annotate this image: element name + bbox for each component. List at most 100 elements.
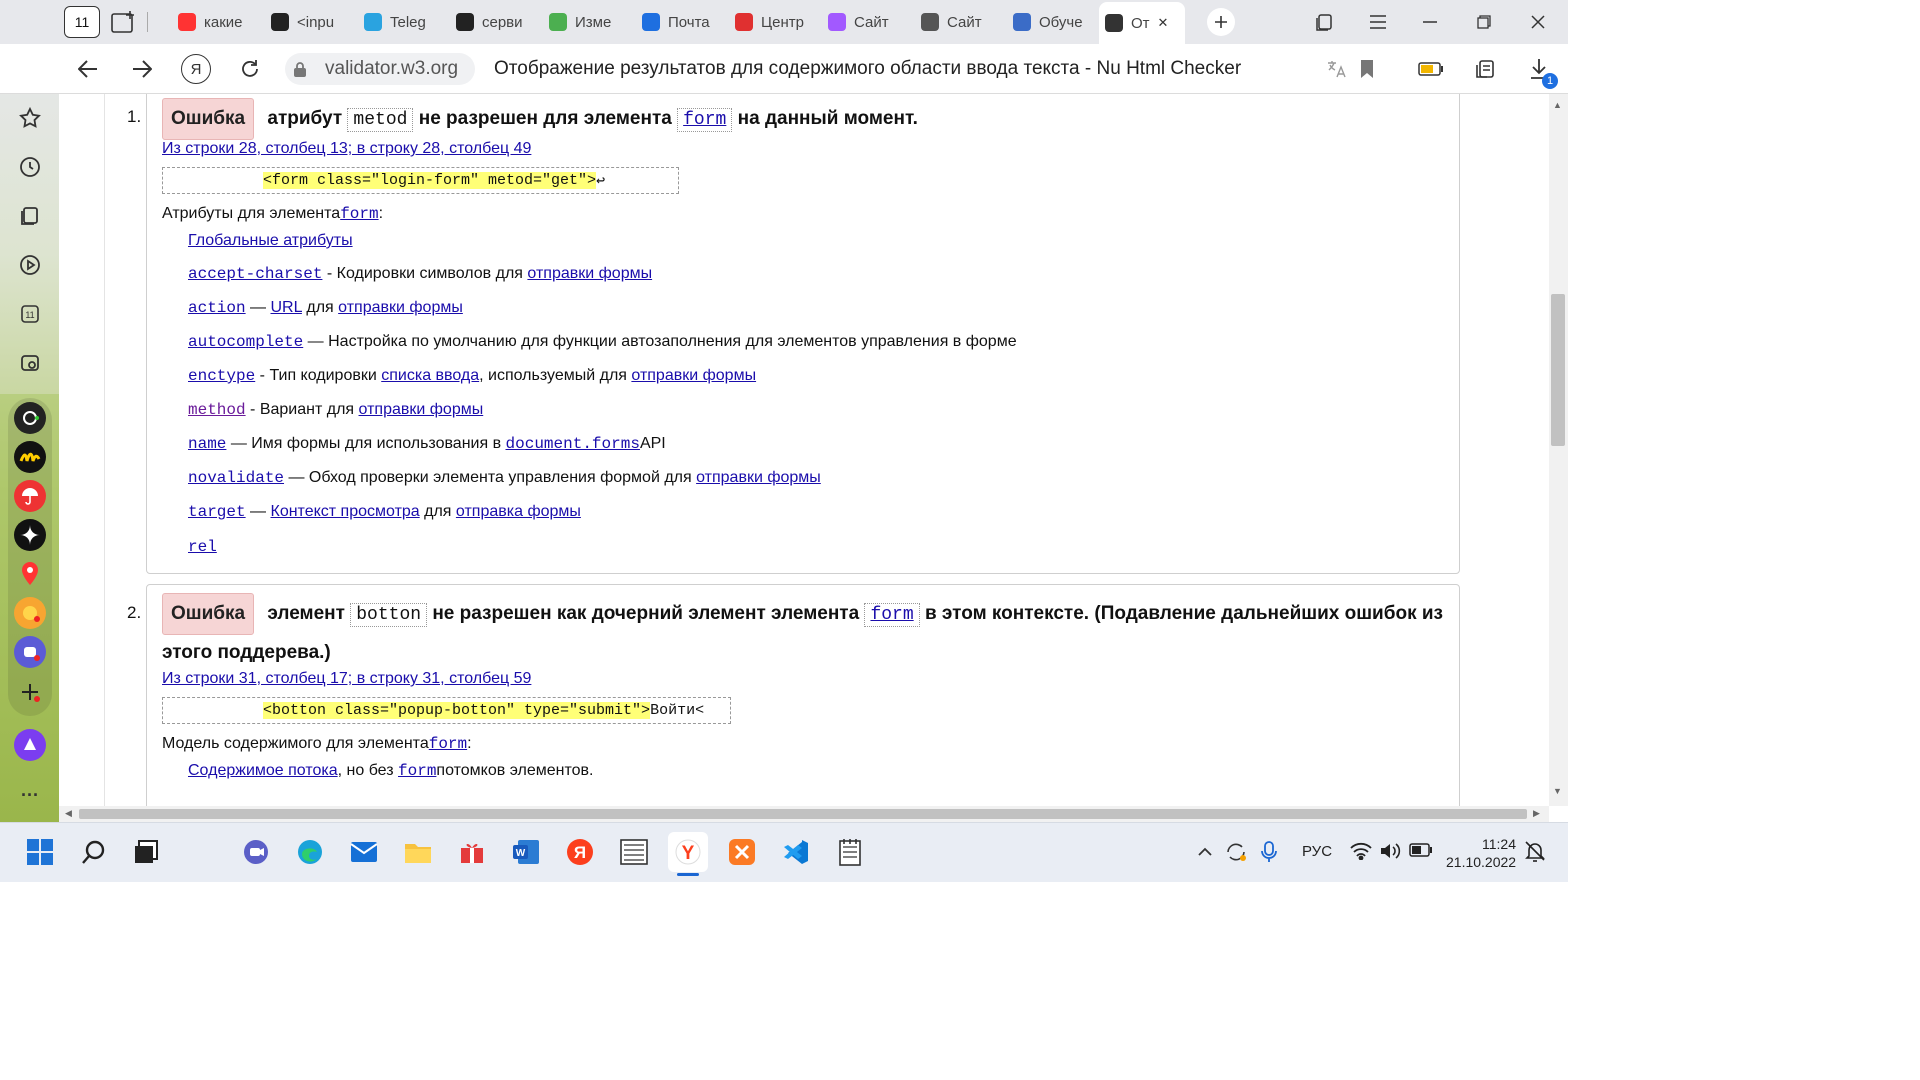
video-play-icon[interactable] (14, 249, 46, 281)
back-arrow-icon[interactable] (72, 54, 104, 84)
close-tab-icon[interactable]: ✕ (1158, 15, 1169, 31)
attr-name-link[interactable]: enctype (188, 367, 255, 385)
screenshot-icon[interactable] (14, 347, 46, 379)
new-tab-group-icon[interactable] (109, 8, 139, 36)
yandex-market-icon[interactable] (14, 441, 46, 473)
maps-pin-icon[interactable] (14, 558, 46, 590)
edge-browser-icon[interactable] (290, 832, 330, 872)
scroll-left-arrow-icon[interactable]: ◀ (65, 808, 72, 819)
notifications-center-icon[interactable] (1524, 840, 1548, 866)
browser-tab[interactable]: От ✕ (1099, 2, 1185, 44)
weather-umbrella-icon[interactable] (14, 480, 46, 512)
word-app-icon[interactable]: W (506, 832, 546, 872)
horizontal-scroll-thumb[interactable] (79, 809, 1527, 819)
menu-hamburger-icon[interactable] (1364, 8, 1392, 36)
location-link[interactable]: Из строки 31, столбец 17; в строку 31, с… (162, 670, 531, 688)
zen-star-icon[interactable] (14, 519, 46, 551)
vertical-scroll-thumb[interactable] (1551, 294, 1565, 446)
lavka-icon[interactable] (14, 597, 46, 629)
attr-name-link[interactable]: method (188, 401, 246, 419)
browser-tab[interactable]: <inpu (265, 4, 353, 40)
attr-desc-link[interactable]: отправки формы (359, 401, 484, 418)
global-attrs-link[interactable]: Глобальные атрибуты (188, 232, 353, 250)
input-language-indicator[interactable]: РУС (1302, 843, 1332, 860)
attr-name-link[interactable]: novalidate (188, 469, 284, 487)
browser-tab[interactable]: какие (172, 4, 260, 40)
bookmark-icon[interactable] (1355, 56, 1379, 82)
tab-count-button[interactable]: 11 (64, 6, 100, 38)
minimize-icon[interactable] (1416, 8, 1444, 36)
reload-icon[interactable] (235, 54, 265, 84)
wifi-icon[interactable] (1350, 842, 1372, 862)
attr-name-link[interactable]: name (188, 435, 226, 453)
history-clock-icon[interactable] (14, 151, 46, 183)
form-element-link[interactable]: form (864, 603, 920, 627)
browser-tab[interactable]: Центр (729, 4, 817, 40)
browser-tab[interactable]: Teleg (358, 4, 446, 40)
attrs-elem-link[interactable]: form (340, 205, 378, 223)
attr-desc-link[interactable]: Контекст просмотра (271, 503, 420, 520)
new-tab-plus-icon[interactable] (1207, 8, 1235, 36)
attr-name-link[interactable]: accept-charset (188, 265, 322, 283)
attr-desc-link[interactable]: отправки формы (527, 265, 652, 282)
sidebar-more-icon[interactable]: ··· (14, 779, 46, 811)
search-icon[interactable] (74, 832, 114, 872)
attr-desc-link[interactable]: отправка формы (456, 503, 581, 520)
alice-app-icon[interactable] (14, 402, 46, 434)
file-explorer-icon[interactable] (398, 832, 438, 872)
browser-tab[interactable]: Сайт (915, 4, 1003, 40)
scroll-down-arrow-icon[interactable]: ▼ (1553, 786, 1562, 796)
sync-tray-icon[interactable] (1224, 840, 1248, 864)
task-view-icon[interactable] (126, 832, 166, 872)
browser-tab[interactable]: Почта (636, 4, 724, 40)
global-attrs-text[interactable]: Глобальные атрибуты (188, 232, 353, 249)
forward-arrow-icon[interactable] (126, 54, 158, 84)
notepad-app-icon[interactable] (830, 832, 870, 872)
attr-desc-link[interactable]: отправки формы (338, 299, 463, 316)
mail-app-icon[interactable] (344, 832, 384, 872)
microphone-icon[interactable] (1259, 840, 1279, 864)
battery-icon[interactable] (1409, 843, 1433, 861)
favorites-star-icon[interactable] (14, 102, 46, 134)
address-domain[interactable]: validator.w3.org (325, 58, 458, 80)
flow-content-link[interactable]: Содержимое потока (188, 762, 338, 779)
scroll-right-arrow-icon[interactable]: ▶ (1533, 808, 1540, 819)
bookmarks-panel-icon[interactable] (1310, 8, 1338, 36)
location-text[interactable]: Из строки 28, столбец 13; в строку 28, с… (162, 140, 531, 157)
attr-name-link[interactable]: target (188, 503, 246, 521)
model-elem-link[interactable]: form (429, 735, 467, 753)
messenger-app-icon[interactable] (14, 636, 46, 668)
windows-start-icon[interactable] (20, 832, 60, 872)
attr-desc-link[interactable]: URL (271, 299, 302, 316)
gift-app-icon[interactable] (452, 832, 492, 872)
horizontal-scrollbar[interactable]: ◀ ▶ (59, 806, 1549, 822)
yandex-browser-icon[interactable]: Y (668, 832, 708, 872)
browser-tab[interactable]: Сайт (822, 4, 910, 40)
restore-window-icon[interactable] (1470, 8, 1498, 36)
scroll-up-arrow-icon[interactable]: ▲ (1553, 100, 1562, 110)
attr-name-link[interactable]: autocomplete (188, 333, 303, 351)
browser-tab[interactable]: серви (450, 4, 538, 40)
yandex-app-icon[interactable]: Я (560, 832, 600, 872)
volume-icon[interactable] (1379, 842, 1401, 862)
attr-desc-link[interactable]: отправки формы (631, 367, 756, 384)
clock[interactable]: 11:24 21.10.2022 (1446, 835, 1516, 871)
location-text[interactable]: Из строки 31, столбец 17; в строку 31, с… (162, 670, 531, 687)
browser-tab[interactable]: Обуче (1007, 4, 1095, 40)
attr-name-link[interactable]: action (188, 299, 246, 317)
xampp-app-icon[interactable] (722, 832, 762, 872)
location-link[interactable]: Из строки 28, столбец 13; в строку 28, с… (162, 140, 531, 158)
extensions-icon[interactable] (1470, 54, 1500, 84)
vscode-app-icon[interactable] (776, 832, 816, 872)
alice-assistant-icon[interactable] (14, 729, 46, 761)
document-forms-link[interactable]: document.forms (506, 435, 640, 453)
yandex-home-icon[interactable]: Я (181, 54, 211, 84)
translate-icon[interactable] (1324, 56, 1350, 82)
browser-tab[interactable]: Изме (543, 4, 631, 40)
add-app-plus-icon[interactable] (14, 676, 46, 708)
attr-desc-link[interactable]: списка ввода (381, 367, 479, 384)
close-window-icon[interactable] (1524, 8, 1552, 36)
calculator-app-icon[interactable] (614, 832, 654, 872)
collections-icon[interactable] (14, 200, 46, 232)
battery-saver-icon[interactable] (1416, 56, 1446, 82)
